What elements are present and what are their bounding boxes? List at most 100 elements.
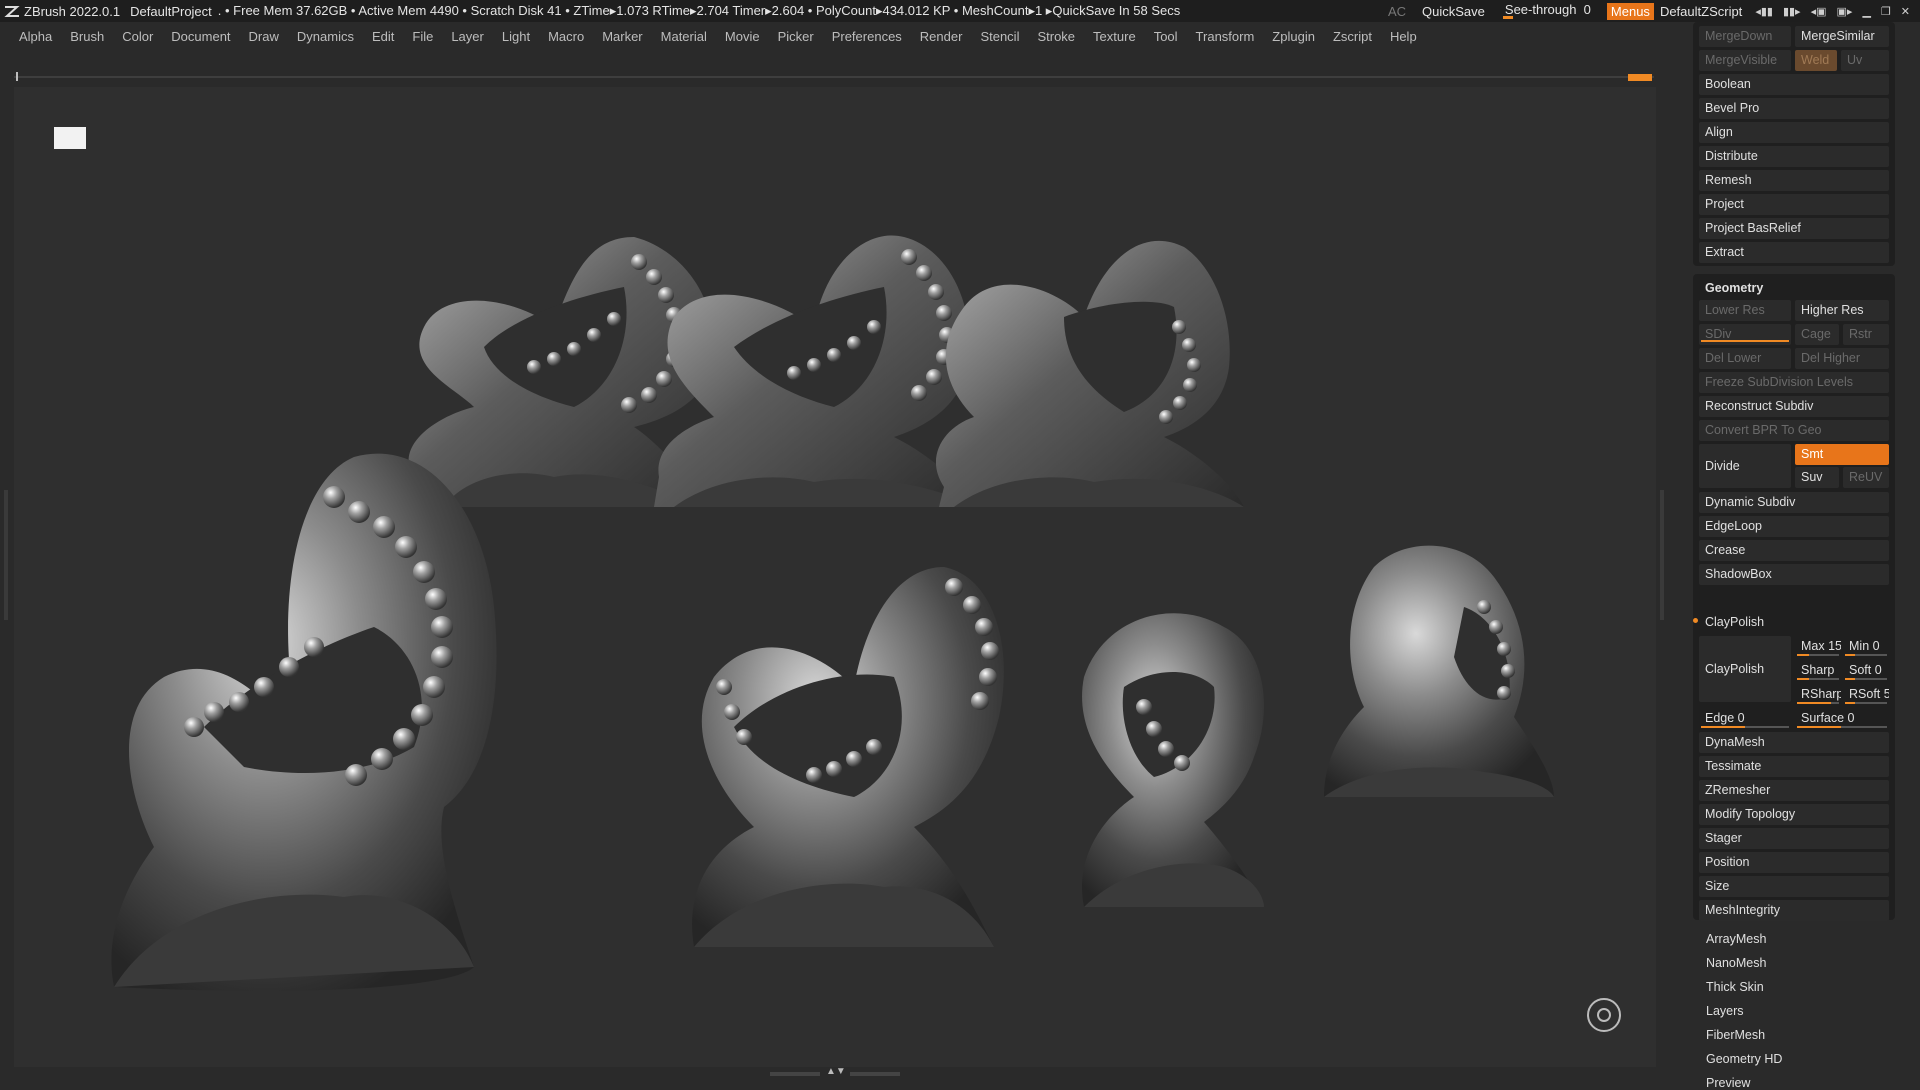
menu-macro[interactable]: Macro (548, 29, 584, 44)
palette-extract-button[interactable]: Extract (1699, 242, 1889, 263)
restore-icon[interactable]: ❐ (1881, 5, 1891, 18)
right-tray-handle[interactable] (1660, 490, 1664, 620)
orbit-icon[interactable] (1587, 998, 1621, 1032)
minimize-icon[interactable]: ▁ (1862, 5, 1870, 18)
uv-toggle[interactable]: Uv (1841, 50, 1889, 71)
palette-distribute-button[interactable]: Distribute (1699, 146, 1889, 167)
timeline[interactable] (14, 72, 1654, 81)
menu-help[interactable]: Help (1390, 29, 1417, 44)
palette-project-basrelief-button[interactable]: Project BasRelief (1699, 218, 1889, 239)
see-through-value: 0 (1583, 2, 1591, 17)
rstr-button[interactable]: Rstr (1843, 324, 1889, 345)
menu-picker[interactable]: Picker (778, 29, 814, 44)
menu-light[interactable]: Light (502, 29, 530, 44)
menu-zscript[interactable]: Zscript (1333, 29, 1372, 44)
canvas-viewport[interactable] (14, 87, 1656, 1067)
convert-bpr-button[interactable]: Convert BPR To Geo (1699, 420, 1889, 441)
default-zscript-button[interactable]: DefaultZScript (1660, 4, 1742, 19)
layout-right-icon[interactable]: ▮▮▸ (1783, 5, 1801, 18)
menu-zplugin[interactable]: Zplugin (1272, 29, 1315, 44)
claypolish-header[interactable]: ClayPolish (1699, 612, 1889, 633)
palette-meshintegrity-button[interactable]: MeshIntegrity (1699, 900, 1889, 921)
suv-toggle[interactable]: Suv (1795, 467, 1839, 488)
menu-document[interactable]: Document (171, 29, 230, 44)
soft-fill (1845, 678, 1855, 680)
see-through-slider[interactable]: See-through 0 (1501, 0, 1595, 22)
cage-button[interactable]: Cage (1795, 324, 1839, 345)
merge-down-button[interactable]: MergeDown (1699, 26, 1791, 47)
menu-brush[interactable]: Brush (70, 29, 104, 44)
project-name[interactable]: DefaultProject (130, 4, 212, 19)
palette-tessimate-button[interactable]: Tessimate (1699, 756, 1889, 777)
merge-similar-button[interactable]: MergeSimilar (1795, 26, 1889, 47)
ui-expand-icon[interactable]: ▣▸ (1837, 5, 1853, 18)
claypolish-button[interactable]: ClayPolish (1699, 636, 1791, 702)
menu-file[interactable]: File (412, 29, 433, 44)
higher-res-button[interactable]: Higher Res (1795, 300, 1889, 321)
layout-left-icon[interactable]: ◂▮▮ (1755, 5, 1773, 18)
subpalette-layers[interactable]: Layers (1706, 1004, 1744, 1018)
del-lower-button[interactable]: Del Lower (1699, 348, 1791, 369)
palette-size-button[interactable]: Size (1699, 876, 1889, 897)
menu-layer[interactable]: Layer (451, 29, 484, 44)
reconstruct-subdiv-button[interactable]: Reconstruct Subdiv (1699, 396, 1889, 417)
palette-position-button[interactable]: Position (1699, 852, 1889, 873)
palette-dynamic-subdiv-button[interactable]: Dynamic Subdiv (1699, 492, 1889, 513)
left-tray-handle[interactable] (4, 490, 8, 620)
divide-button[interactable]: Divide (1699, 444, 1791, 488)
palette-bevel-pro-button[interactable]: Bevel Pro (1699, 98, 1889, 119)
subpalette-thick-skin[interactable]: Thick Skin (1706, 980, 1764, 994)
palette-zremesher-button[interactable]: ZRemesher (1699, 780, 1889, 801)
menu-stroke[interactable]: Stroke (1037, 29, 1075, 44)
menu-color[interactable]: Color (122, 29, 153, 44)
subpalette-arraymesh[interactable]: ArrayMesh (1706, 932, 1766, 946)
subpalette-fibermesh[interactable]: FiberMesh (1706, 1028, 1765, 1042)
menu-render[interactable]: Render (920, 29, 963, 44)
close-icon[interactable]: ✕ (1901, 5, 1910, 18)
reuv-toggle[interactable]: ReUV (1843, 467, 1889, 488)
palette-project-button[interactable]: Project (1699, 194, 1889, 215)
menu-transform[interactable]: Transform (1196, 29, 1255, 44)
freeze-subdiv-button[interactable]: Freeze SubDivision Levels (1699, 372, 1889, 393)
menu-preferences[interactable]: Preferences (832, 29, 902, 44)
menus-toggle-button[interactable]: Menus (1606, 2, 1654, 20)
palette-stager-button[interactable]: Stager (1699, 828, 1889, 849)
palette-remesh-button[interactable]: Remesh (1699, 170, 1889, 191)
menu-stencil[interactable]: Stencil (980, 29, 1019, 44)
rsoft-fill (1845, 702, 1855, 704)
palette-align-button[interactable]: Align (1699, 122, 1889, 143)
del-higher-button[interactable]: Del Higher (1795, 348, 1889, 369)
lower-res-button[interactable]: Lower Res (1699, 300, 1791, 321)
menu-movie[interactable]: Movie (725, 29, 760, 44)
geometry-header[interactable]: Geometry (1699, 278, 1889, 299)
subpalette-geometry-hd[interactable]: Geometry HD (1706, 1052, 1782, 1066)
palette-modify-topology-button[interactable]: Modify Topology (1699, 804, 1889, 825)
subpalette-nanomesh[interactable]: NanoMesh (1706, 956, 1766, 970)
menu-material[interactable]: Material (661, 29, 707, 44)
menu-tool[interactable]: Tool (1154, 29, 1178, 44)
menu-draw[interactable]: Draw (249, 29, 279, 44)
menu-edit[interactable]: Edit (372, 29, 394, 44)
smt-toggle[interactable]: Smt (1795, 444, 1889, 465)
weld-toggle[interactable]: Weld (1795, 50, 1837, 71)
view-cube-badge[interactable] (54, 127, 86, 149)
merge-visible-button[interactable]: MergeVisible (1699, 50, 1791, 71)
palette-crease-button[interactable]: Crease (1699, 540, 1889, 561)
timeline-marker[interactable] (1628, 74, 1652, 81)
menu-texture[interactable]: Texture (1093, 29, 1136, 44)
ui-collapse-icon[interactable]: ◂▣ (1811, 5, 1827, 18)
ac-button[interactable]: AC (1388, 4, 1406, 19)
menu-marker[interactable]: Marker (602, 29, 642, 44)
rsharp-track (1797, 702, 1839, 704)
menu-alpha[interactable]: Alpha (19, 29, 52, 44)
palette-boolean-button[interactable]: Boolean (1699, 74, 1889, 95)
sculpt-renders (111, 235, 1554, 991)
subpalette-preview[interactable]: Preview (1706, 1076, 1750, 1090)
menu-dynamics[interactable]: Dynamics (297, 29, 354, 44)
see-through-bar (1502, 16, 1513, 19)
quicksave-button[interactable]: QuickSave (1422, 4, 1485, 19)
palette-dynamesh-button[interactable]: DynaMesh (1699, 732, 1889, 753)
palette-edgeloop-button[interactable]: EdgeLoop (1699, 516, 1889, 537)
palette-shadowbox-button[interactable]: ShadowBox (1699, 564, 1889, 585)
bottom-tray-handle[interactable]: ▲▼ (770, 1066, 900, 1078)
